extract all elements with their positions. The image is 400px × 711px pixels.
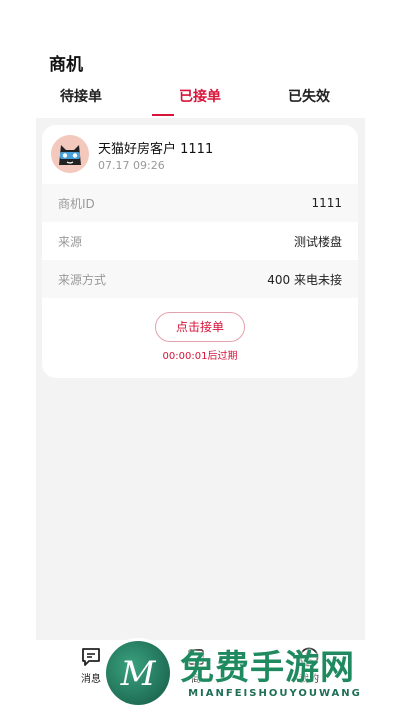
page-title: 商机 <box>49 55 83 75</box>
opportunity-card[interactable]: 天猫好房客户 1111 07.17 09:26 商机ID 1111 来源 测试楼… <box>42 125 358 378</box>
tmall-cat-avatar-icon <box>51 135 89 173</box>
info-row-id: 商机ID 1111 <box>42 184 358 222</box>
tabbar-label: 消息 <box>81 674 101 685</box>
row-key: 来源 <box>58 234 83 249</box>
row-key: 商机ID <box>58 196 95 211</box>
accept-order-button[interactable]: 点击接单 <box>155 312 245 342</box>
active-tab-indicator <box>152 114 174 116</box>
tabbar-item-message[interactable]: 消息 <box>71 646 111 685</box>
row-value: 测试楼盘 <box>293 234 342 249</box>
row-value: 400 来电未接 <box>267 272 342 287</box>
row-value: 1111 <box>311 196 342 210</box>
row-key: 来源方式 <box>58 272 107 287</box>
opportunity-list[interactable]: 天猫好房客户 1111 07.17 09:26 商机ID 1111 来源 测试楼… <box>36 118 365 640</box>
expire-countdown: 00:00:01后过期 <box>162 351 238 362</box>
tab-accepted[interactable]: 已接单 <box>155 86 245 116</box>
watermark-logo-letter: M <box>120 654 157 694</box>
created-time: 07.17 09:26 <box>98 159 165 172</box>
message-icon <box>82 648 100 666</box>
info-row-source-method: 来源方式 400 来电未接 <box>42 260 358 298</box>
tab-bar-top: 待接单 已接单 已失效 <box>36 86 364 116</box>
customer-name: 天猫好房客户 1111 <box>98 142 214 157</box>
info-row-source: 来源 测试楼盘 <box>42 222 358 260</box>
tab-pending[interactable]: 待接单 <box>36 86 126 116</box>
watermark-subtext: MIANFEISHOUYOUWANG <box>188 688 362 699</box>
tab-expired[interactable]: 已失效 <box>264 86 354 116</box>
watermark-text: 免费手游网 <box>180 648 355 688</box>
